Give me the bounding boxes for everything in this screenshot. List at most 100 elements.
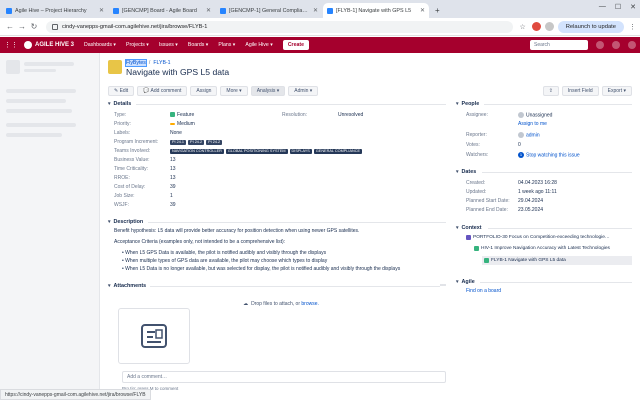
nav-issues[interactable]: Issues ▾	[159, 42, 178, 48]
forward-icon[interactable]: →	[16, 22, 28, 31]
resolution-row: Resolution: Unresolved	[282, 112, 364, 118]
help-icon[interactable]	[596, 41, 604, 49]
divider	[482, 172, 632, 173]
close-tab-icon[interactable]: ✕	[420, 7, 425, 14]
pi-tag[interactable]: PI 24.2	[206, 140, 223, 145]
document-image-icon	[141, 324, 167, 348]
settings-icon[interactable]	[612, 41, 620, 49]
browser-tab-bar: Agile Hive – Project Hierarchy ✕ [GENCMP]…	[0, 0, 640, 18]
context-heading[interactable]: ▾ Context	[456, 225, 482, 231]
votes-count[interactable]: 0	[518, 142, 521, 148]
context-item-current[interactable]: FLYB-1 Navigate with GPS L5 data	[482, 256, 632, 265]
skeleton-line	[24, 69, 56, 72]
insert-field-button[interactable]: Insert Field	[561, 86, 599, 96]
agile-heading[interactable]: ▾ Agile	[456, 279, 475, 285]
collapse-icon: ▾	[108, 283, 111, 289]
detail-row: RROE: 13	[114, 175, 176, 181]
divider	[136, 104, 446, 105]
team-tag[interactable]: GENERAL COMPLIANCE	[313, 149, 362, 154]
attachment-thumbnail[interactable]	[118, 308, 190, 364]
find-on-board-link[interactable]: Find on a board	[466, 288, 501, 294]
pi-tag[interactable]: PI 24.2	[188, 140, 205, 145]
skeleton-line	[6, 99, 66, 103]
edit-button[interactable]: ✎ Edit	[108, 86, 135, 96]
nav-dashboards[interactable]: Dashboards ▾	[84, 42, 116, 48]
nav-plans[interactable]: Plans ▾	[218, 42, 235, 48]
window-controls: — ☐ ✕	[599, 3, 636, 11]
extension-icon[interactable]	[531, 22, 541, 31]
maximize-icon[interactable]: ☐	[615, 3, 621, 11]
reload-icon[interactable]: ↻	[28, 22, 40, 31]
relaunch-button[interactable]: Relaunch to update	[557, 20, 624, 33]
browse-link[interactable]: browse.	[301, 301, 319, 307]
jira-logo[interactable]: AGILE HIVE 3	[24, 41, 74, 49]
share-button[interactable]: ⇪	[542, 86, 559, 96]
address-bar[interactable]: cindy-vanepps-gmail-com.agilehive.net/ji…	[46, 20, 514, 33]
criteria-bullet: • When L5 Data is no longer available, b…	[122, 266, 401, 272]
people-heading[interactable]: ▾ People	[456, 101, 479, 107]
issue-ops-bar: ✎ Edit 💬 Add comment Assign More ▾ Analy…	[108, 86, 319, 96]
add-comment-button[interactable]: 💬 Add comment	[137, 86, 188, 96]
skeleton-line	[6, 133, 62, 137]
browser-tab[interactable]: [GENCMP-1] General Compliance ✕	[216, 3, 322, 18]
close-window-icon[interactable]: ✕	[630, 3, 636, 11]
nav-projects[interactable]: Projects ▾	[126, 42, 149, 48]
browser-menu-icon[interactable]: ⋮	[629, 23, 636, 31]
browser-tab[interactable]: [GENCMP] Board - Agile Board ✕	[109, 3, 215, 18]
profile-avatar[interactable]	[544, 22, 554, 31]
stop-watching-link[interactable]: Stop watching this issue	[526, 152, 580, 158]
description-heading[interactable]: ▾ Description	[108, 219, 143, 225]
divider	[148, 222, 446, 223]
search-input[interactable]: Search	[530, 40, 588, 50]
app-switcher-icon[interactable]: ⋮⋮	[4, 41, 18, 49]
attachments-more-icon[interactable]: ⋯	[440, 282, 446, 289]
detail-row: Teams Involved: NAVIGATION CONTROLLER GLO…	[114, 148, 362, 154]
upload-cloud-icon: ☁	[243, 301, 249, 307]
export-button[interactable]: Export ▾	[601, 86, 632, 96]
browser-tab[interactable]: Agile Hive – Project Hierarchy ✕	[2, 3, 108, 18]
nav-agile-hive[interactable]: Agile Hive ▾	[245, 42, 272, 48]
minimize-icon[interactable]: —	[599, 3, 606, 11]
bookmark-star-icon[interactable]: ☆	[519, 23, 525, 31]
breadcrumb-project[interactable]: FlyBytes	[125, 59, 147, 67]
close-tab-icon[interactable]: ✕	[206, 7, 211, 14]
favicon-icon	[220, 7, 226, 14]
more-button[interactable]: More ▾	[220, 86, 248, 96]
analysis-button[interactable]: Analysis ▾	[250, 86, 286, 96]
skeleton-line	[6, 89, 76, 93]
context-item[interactable]: HIV-1 Improve Navigation Accuracy with L…	[474, 246, 610, 251]
add-comment-input[interactable]: Add a comment…	[122, 371, 446, 383]
browser-tab-active[interactable]: [FLYB-1] Navigate with GPS L5 ✕	[323, 3, 429, 18]
acceptance-criteria-intro: Acceptance Criteria (examples only, not …	[114, 239, 286, 245]
context-item[interactable]: PORTFOLIO-30 Focus on Competition-exceed…	[466, 235, 610, 240]
assignee-row: Assignee: Unassigned	[466, 112, 553, 119]
user-avatar[interactable]	[628, 41, 636, 49]
team-tag[interactable]: GLOBAL POSITIONING SYSTEM	[225, 149, 288, 154]
new-tab-button[interactable]: +	[430, 6, 445, 18]
assign-button[interactable]: Assign	[190, 86, 218, 96]
close-tab-icon[interactable]: ✕	[99, 7, 104, 14]
details-heading[interactable]: ▾ Details	[108, 101, 131, 107]
feature-icon	[170, 112, 175, 118]
site-info-icon[interactable]	[52, 23, 58, 30]
back-icon[interactable]: ←	[4, 22, 16, 31]
pi-tag[interactable]: PI 24.1	[170, 140, 187, 145]
team-tag[interactable]: DISPLAYS	[289, 149, 312, 154]
project-avatar[interactable]	[108, 60, 122, 74]
watchers-row: Watchers: 1 Stop watching this issue	[466, 152, 580, 159]
issue-title[interactable]: Navigate with GPS L5 data	[126, 67, 229, 77]
breadcrumb-issue-key[interactable]: FLYB-1	[153, 60, 170, 66]
divider	[488, 228, 632, 229]
close-tab-icon[interactable]: ✕	[313, 7, 318, 14]
date-row: Updated: 1 week ago 11:11	[466, 189, 557, 195]
team-tag[interactable]: NAVIGATION CONTROLLER	[170, 149, 224, 154]
admin-button[interactable]: Admin ▾	[288, 86, 319, 96]
detail-row: Program Increment: PI 24.1 PI 24.2 PI 24.2	[114, 139, 223, 145]
create-button[interactable]: Create	[282, 40, 309, 50]
attachments-heading[interactable]: ▾ Attachments	[108, 283, 146, 289]
nav-boards[interactable]: Boards ▾	[188, 42, 208, 48]
assign-to-me-link[interactable]: Assign to me	[518, 121, 547, 127]
collapse-icon: ▾	[456, 225, 459, 231]
favicon-icon	[6, 7, 12, 14]
dates-heading[interactable]: ▾ Dates	[456, 169, 476, 175]
